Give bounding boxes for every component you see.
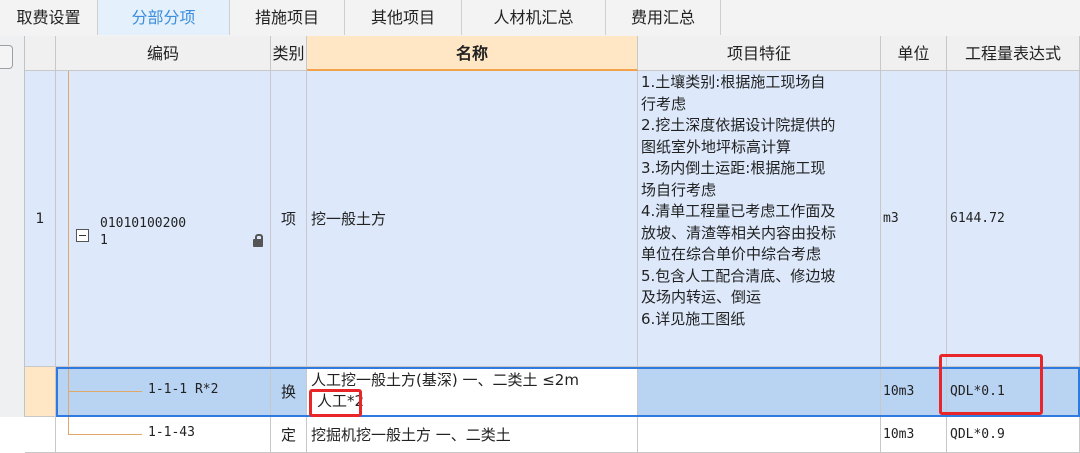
header-code[interactable]: 编码 [56, 36, 271, 71]
tree-line [68, 71, 69, 366]
unit-cell[interactable]: m3 [881, 71, 947, 367]
tab-other-items[interactable]: 其他项目 [345, 0, 462, 35]
name-label: 挖掘机挖一般土方 一、二类土 [311, 426, 511, 444]
expression-label: 6144.72 [950, 211, 1005, 226]
tree-line [68, 367, 69, 416]
header-expression[interactable]: 工程量表达式 [947, 36, 1080, 71]
tree-line [68, 417, 69, 434]
expression-label: QDL*0.1 [950, 384, 1005, 399]
tab-bar: 取费设置 分部分项 措施项目 其他项目 人材机汇总 费用汇总 [0, 0, 1080, 37]
code-cell[interactable]: 01010100200 1 [56, 71, 271, 367]
expression-cell[interactable]: QDL*0.1 [947, 367, 1080, 417]
tab-sub-items[interactable]: 分部分项 [98, 0, 230, 35]
left-panel-strip [0, 36, 25, 417]
header-unit[interactable]: 单位 [881, 36, 947, 71]
name-label: 挖一般土方 [311, 210, 387, 228]
type-label: 项 [280, 210, 296, 228]
minus-box-icon[interactable] [76, 229, 89, 242]
code-text: 1-1-1 R*2 [148, 382, 219, 397]
type-cell[interactable]: 定 [271, 417, 307, 453]
unit-label: 10m3 [883, 427, 915, 442]
feature-cell[interactable]: 1.土壤类别:根据施工现场自 行考虑 2.挖土深度依据设计院提供的 图纸室外地坪… [638, 71, 881, 367]
tab-cost-summary[interactable]: 费用汇总 [606, 0, 721, 35]
unit-label: m3 [883, 211, 899, 226]
expression-cell[interactable]: QDL*0.9 [947, 417, 1080, 453]
header-type[interactable]: 类别 [271, 36, 307, 71]
tree-branch [68, 391, 142, 392]
row-index[interactable] [25, 367, 56, 417]
tree-branch [68, 434, 142, 435]
code-text: 01010100200 1 [100, 215, 186, 249]
header-index [25, 36, 56, 71]
code-cell[interactable]: 1-1-43 [56, 417, 271, 453]
row-index-label: 1 [35, 210, 45, 227]
unit-cell[interactable]: 10m3 [881, 367, 947, 417]
code-cell[interactable]: 1-1-1 R*2 [56, 367, 271, 417]
code-line-1: 01010100200 [100, 216, 187, 231]
feature-cell[interactable] [638, 367, 881, 417]
type-label: 定 [280, 426, 296, 444]
row-index[interactable]: 1 [25, 71, 56, 367]
name-cell[interactable]: 挖掘机挖一般土方 一、二类土 [307, 417, 638, 453]
unit-label: 10m3 [883, 384, 915, 399]
row-index[interactable] [25, 417, 56, 453]
type-label: 换 [280, 383, 296, 401]
name-line-1: 人工挖一般土方(基深) 一、二类土 ≤2m [311, 371, 579, 389]
expression-label: QDL*0.9 [950, 427, 1005, 442]
lock-icon [253, 234, 263, 247]
collapse-panel-button[interactable] [0, 45, 13, 69]
tab-labor-material-summary[interactable]: 人材机汇总 [462, 0, 606, 35]
unit-cell[interactable]: 10m3 [881, 417, 947, 453]
header-feature[interactable]: 项目特征 [638, 36, 881, 71]
code-line-2: 1 [100, 233, 108, 248]
header-name[interactable]: 名称 [307, 36, 638, 71]
name-line-2: 人工*2 [317, 392, 365, 410]
tab-fee-settings[interactable]: 取费设置 [0, 0, 98, 35]
type-cell[interactable]: 项 [271, 71, 307, 367]
bill-grid: 编码 类别 名称 项目特征 单位 工程量表达式 1 01010100200 1 … [25, 36, 1080, 453]
name-cell[interactable]: 人工挖一般土方(基深) 一、二类土 ≤2m 人工*2 [307, 367, 638, 417]
feature-cell[interactable] [638, 417, 881, 453]
tab-measures[interactable]: 措施项目 [230, 0, 345, 35]
type-cell[interactable]: 换 [271, 367, 307, 417]
expression-cell[interactable]: 6144.72 [947, 71, 1080, 367]
code-text: 1-1-43 [148, 425, 195, 440]
name-cell[interactable]: 挖一般土方 [307, 71, 638, 367]
